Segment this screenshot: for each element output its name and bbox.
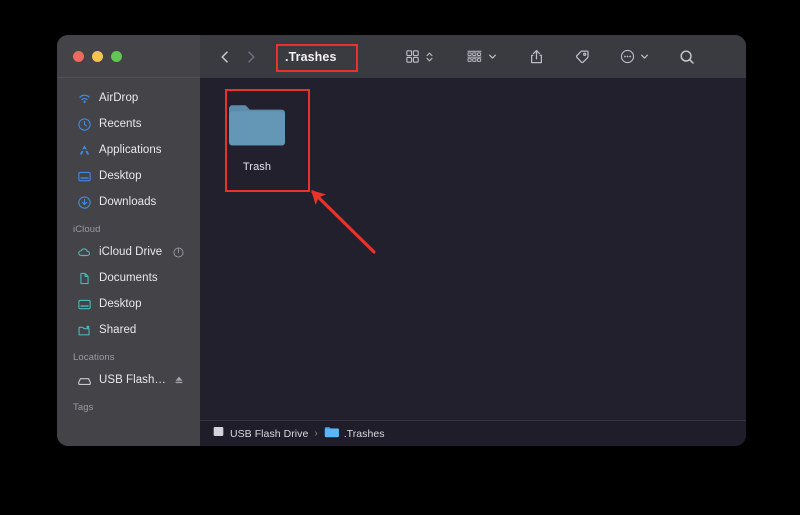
sidebar-item-label: Documents [99, 272, 158, 284]
breadcrumb-trashes[interactable]: .Trashes [324, 425, 385, 443]
breadcrumb-separator: › [314, 428, 318, 439]
forward-button[interactable] [238, 44, 264, 70]
main-pane: .Trashes Trash USB Flash Drive › .Trashe… [200, 35, 746, 446]
share-button[interactable] [524, 44, 549, 70]
file-item-label: Trash [242, 161, 272, 173]
sidebar-item-airdrop[interactable]: AirDrop [62, 85, 195, 111]
sidebar-item-label: Desktop [99, 298, 142, 310]
sidebar-list[interactable]: AirDrop Recents Applications Desktop Dow… [57, 78, 200, 445]
chevron-down-icon [640, 54, 648, 59]
screenshot-root: AirDrop Recents Applications Desktop Dow… [0, 0, 800, 515]
finder-window: AirDrop Recents Applications Desktop Dow… [57, 35, 746, 446]
sync-progress-icon [172, 246, 185, 259]
path-bar[interactable]: USB Flash Drive › .Trashes [200, 420, 746, 446]
sidebar-item-label: Recents [99, 118, 142, 130]
applications-icon [77, 143, 92, 158]
sidebar-item-label: Applications [99, 144, 162, 156]
more-actions-button[interactable] [615, 44, 654, 70]
page-title: .Trashes [285, 49, 337, 64]
cloud-icon [77, 245, 92, 260]
breadcrumb-usb-flash-drive[interactable]: USB Flash Drive [212, 425, 308, 443]
blue-folder-icon [324, 425, 339, 443]
sidebar-item-documents[interactable]: Documents [62, 265, 195, 291]
sidebar-group-tags: Tags [73, 402, 94, 413]
breadcrumb-label: USB Flash Drive [230, 427, 309, 440]
sidebar-item-applications[interactable]: Applications [62, 137, 195, 163]
group-by-button[interactable] [461, 44, 502, 70]
file-item-trash[interactable]: Trash [214, 90, 300, 174]
document-icon [77, 271, 92, 286]
close-button[interactable] [73, 50, 84, 62]
drive-icon [212, 425, 225, 443]
sidebar-item-label: Desktop [99, 170, 142, 182]
breadcrumb-label: .Trashes [343, 427, 385, 440]
toolbar: .Trashes [200, 35, 746, 78]
sidebar-item-icloud-desktop[interactable]: Desktop [62, 291, 195, 317]
sidebar: AirDrop Recents Applications Desktop Dow… [57, 35, 200, 446]
sidebar-item-icloud-drive[interactable]: iCloud Drive [62, 239, 195, 265]
shared-folder-icon [77, 323, 92, 338]
file-grid[interactable]: Trash [200, 78, 746, 420]
sidebar-group-locations: Locations [73, 352, 115, 363]
tag-button[interactable] [569, 44, 595, 70]
eject-icon[interactable] [172, 374, 185, 387]
maximize-button[interactable] [111, 50, 122, 62]
chevron-down-icon [488, 54, 496, 59]
folder-icon [226, 99, 288, 154]
sidebar-item-label: USB Flash… [99, 374, 165, 386]
minimize-button[interactable] [92, 50, 103, 62]
external-drive-icon [77, 373, 92, 388]
sidebar-item-label: AirDrop [99, 92, 139, 104]
downloads-icon [77, 195, 92, 210]
desktop-icon [77, 297, 92, 312]
sidebar-item-shared[interactable]: Shared [62, 317, 195, 343]
airdrop-icon [77, 91, 92, 106]
view-mode-button[interactable] [400, 44, 439, 70]
sidebar-item-recents[interactable]: Recents [62, 111, 195, 137]
sidebar-item-desktop[interactable]: Desktop [62, 163, 195, 189]
sidebar-item-downloads[interactable]: Downloads [62, 189, 195, 215]
sidebar-item-label: Downloads [99, 196, 157, 208]
desktop-icon [77, 169, 92, 184]
sidebar-item-usb-flash-drive[interactable]: USB Flash… [62, 367, 195, 393]
chevron-up-down-icon [426, 52, 433, 61]
window-controls [57, 35, 200, 78]
sidebar-item-label: iCloud Drive [99, 246, 163, 258]
sidebar-group-icloud: iCloud [73, 224, 101, 235]
clock-icon [77, 117, 92, 132]
search-button[interactable] [674, 44, 700, 70]
back-button[interactable] [212, 44, 238, 70]
sidebar-item-label: Shared [99, 324, 137, 336]
